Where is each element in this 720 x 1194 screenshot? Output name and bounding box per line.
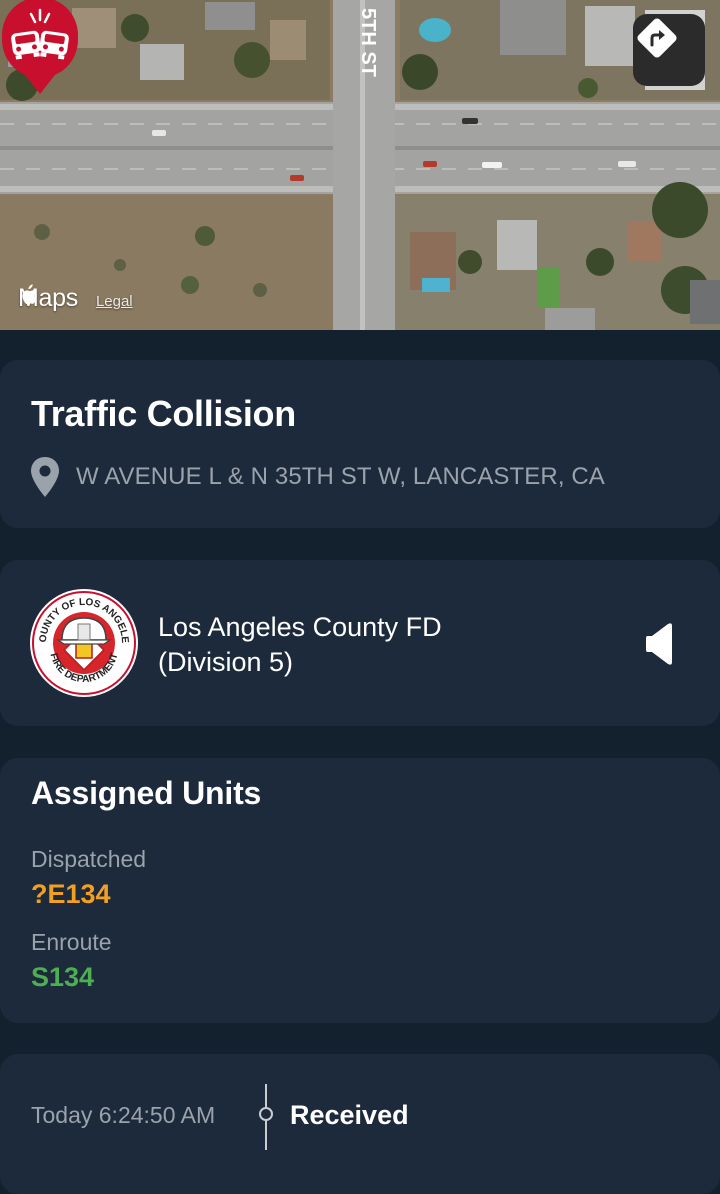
- unit-id[interactable]: ?E134: [31, 879, 111, 910]
- unit-id[interactable]: S134: [31, 962, 94, 993]
- satellite-map: 5TH ST: [0, 0, 720, 330]
- legal-link[interactable]: Legal: [96, 293, 133, 310]
- incident-title: Traffic Collision: [31, 393, 296, 434]
- fire-department-seal-icon: COUNTY OF LOS ANGELES FIRE DEPARTMENT: [28, 588, 138, 697]
- timeline-time: Today 6:24:50 AM: [31, 1102, 216, 1128]
- apple-logo-icon: [22, 284, 37, 304]
- car-collision-icon[interactable]: [0, 0, 80, 96]
- location-text: W AVENUE L & N 35TH ST W, LANCASTER, CA: [76, 463, 605, 490]
- agency-name: Los Angeles County FD (Division 5): [158, 610, 442, 680]
- incident-card: [0, 360, 720, 528]
- street-label: 5TH ST: [357, 8, 379, 77]
- unit-status-label: Enroute: [31, 929, 112, 955]
- incident-location[interactable]: W AVENUE L & N 35TH ST W, LANCASTER, CA: [28, 455, 605, 499]
- agency-name-line2: (Division 5): [158, 647, 294, 677]
- assigned-units-title: Assigned Units: [31, 775, 262, 811]
- timeline-node-icon: [259, 1107, 273, 1121]
- directions-arrow-icon: [637, 18, 677, 58]
- map-view[interactable]: 5TH ST Maps Legal: [0, 0, 720, 330]
- unit-status-label: Dispatched: [31, 846, 147, 872]
- location-pin-icon: [31, 457, 59, 497]
- speaker-icon[interactable]: [640, 620, 680, 668]
- maps-attribution: Maps Legal: [18, 284, 133, 313]
- directions-button[interactable]: [633, 14, 705, 86]
- agency-name-line1: Los Angeles County FD: [158, 612, 442, 642]
- maps-brand: Maps: [18, 284, 78, 313]
- timeline-event: Received: [290, 1100, 409, 1130]
